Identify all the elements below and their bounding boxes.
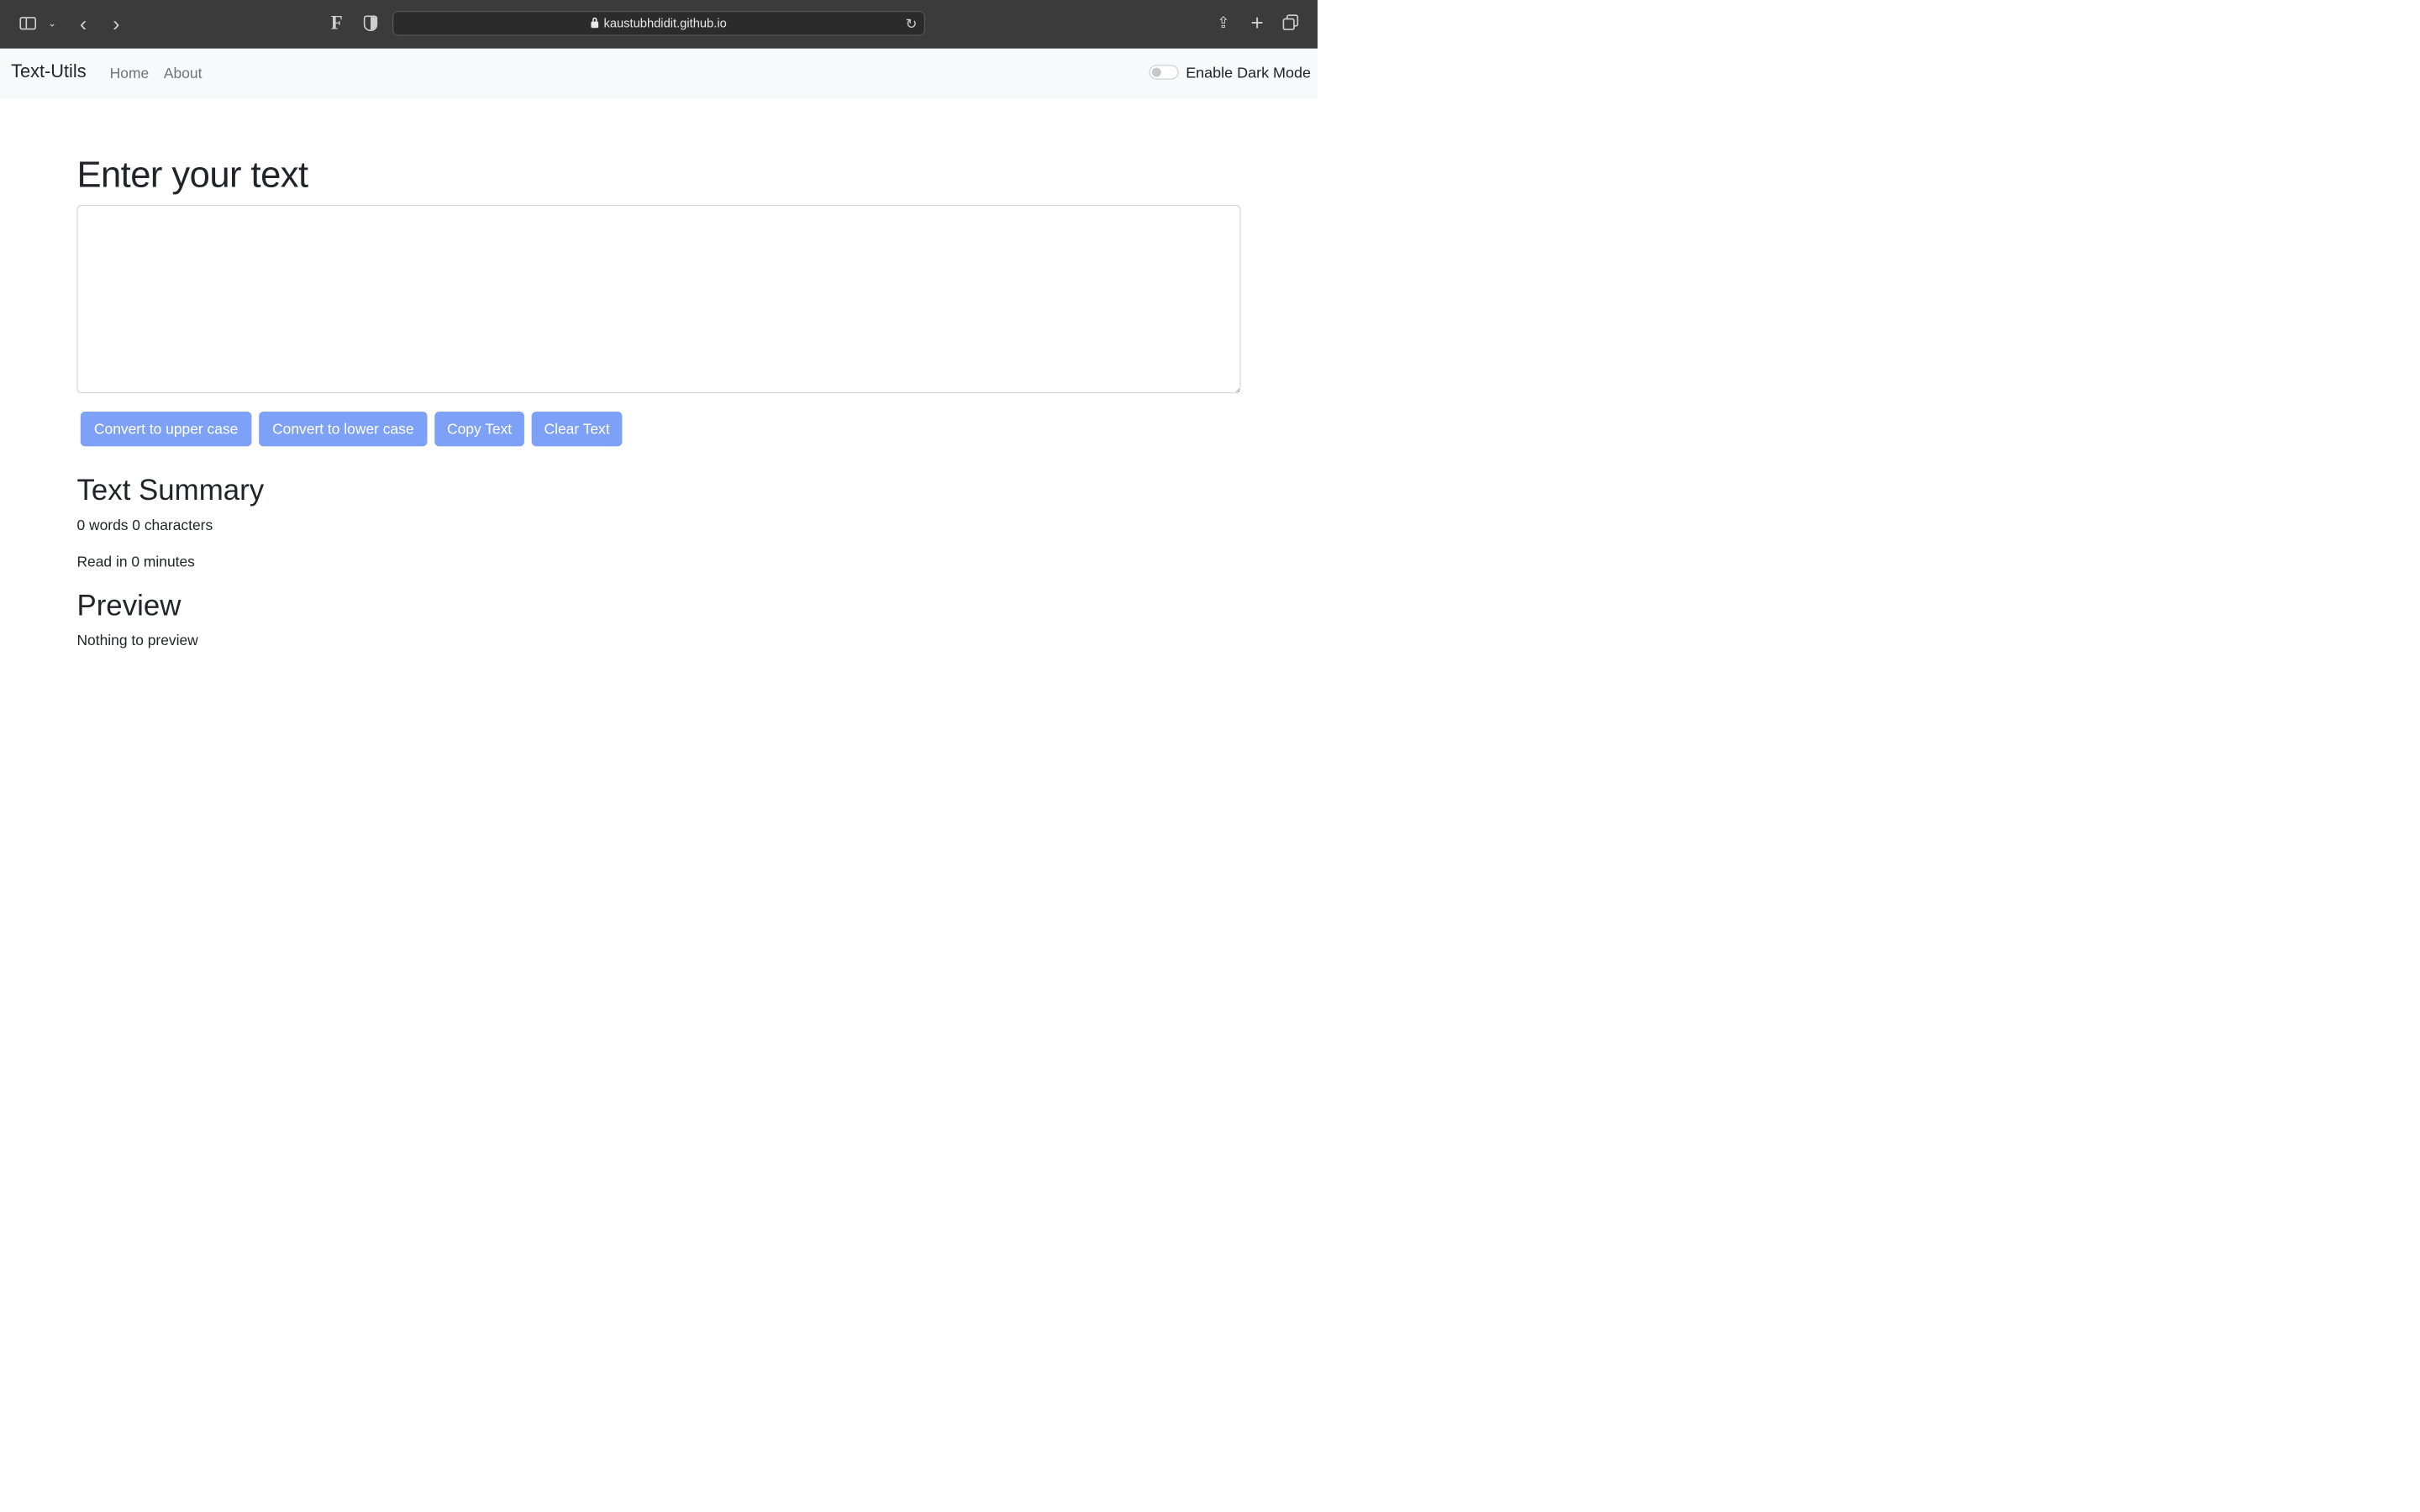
chevron-down-icon[interactable]: ⌄ (45, 17, 58, 30)
word-char-count: 0 words 0 characters (76, 517, 213, 533)
sidebar-icon[interactable] (18, 16, 38, 32)
lock-icon (591, 17, 598, 29)
reader-icon[interactable]: F (328, 12, 346, 34)
tab-overview-icon[interactable] (1282, 13, 1302, 33)
copy-text-button[interactable]: Copy Text (434, 411, 524, 447)
browser-toolbar: ⌄ ‹ › F kaustubhdidit.github.io ↻ ⇪ + (0, 0, 1318, 49)
preview-text: Nothing to preview (76, 632, 198, 649)
preview-heading: Preview (76, 588, 182, 622)
switch-knob (1151, 67, 1161, 77)
forward-arrow-icon[interactable]: › (108, 12, 124, 35)
text-input[interactable] (76, 204, 1241, 394)
back-arrow-icon[interactable]: ‹ (75, 12, 92, 35)
app-window: ⌄ ‹ › F kaustubhdidit.github.io ↻ ⇪ + Te… (0, 0, 1318, 823)
page-title: Enter your text (76, 154, 308, 195)
nav-link-home[interactable]: Home (110, 65, 149, 81)
reload-icon[interactable]: ↻ (903, 16, 920, 33)
navbar: Text-Utils Home About Enable Dark Mode (0, 48, 1318, 99)
share-icon[interactable]: ⇪ (1214, 12, 1233, 34)
dark-mode-switch[interactable] (1149, 65, 1179, 80)
read-time: Read in 0 minutes (76, 553, 195, 570)
nav-link-about[interactable]: About (164, 65, 203, 81)
lowercase-button[interactable]: Convert to lower case (259, 411, 428, 447)
brand-link[interactable]: Text-Utils (11, 61, 87, 82)
dark-mode-label[interactable]: Enable Dark Mode (1186, 64, 1311, 81)
plus-icon[interactable]: + (1247, 11, 1267, 35)
clear-text-button[interactable]: Clear Text (531, 411, 623, 447)
uppercase-button[interactable]: Convert to upper case (80, 411, 252, 447)
summary-heading: Text Summary (76, 473, 265, 507)
shield-icon[interactable] (361, 13, 380, 33)
url-text: kaustubhdidit.github.io (603, 16, 727, 30)
address-bar[interactable]: kaustubhdidit.github.io ↻ (392, 11, 925, 36)
